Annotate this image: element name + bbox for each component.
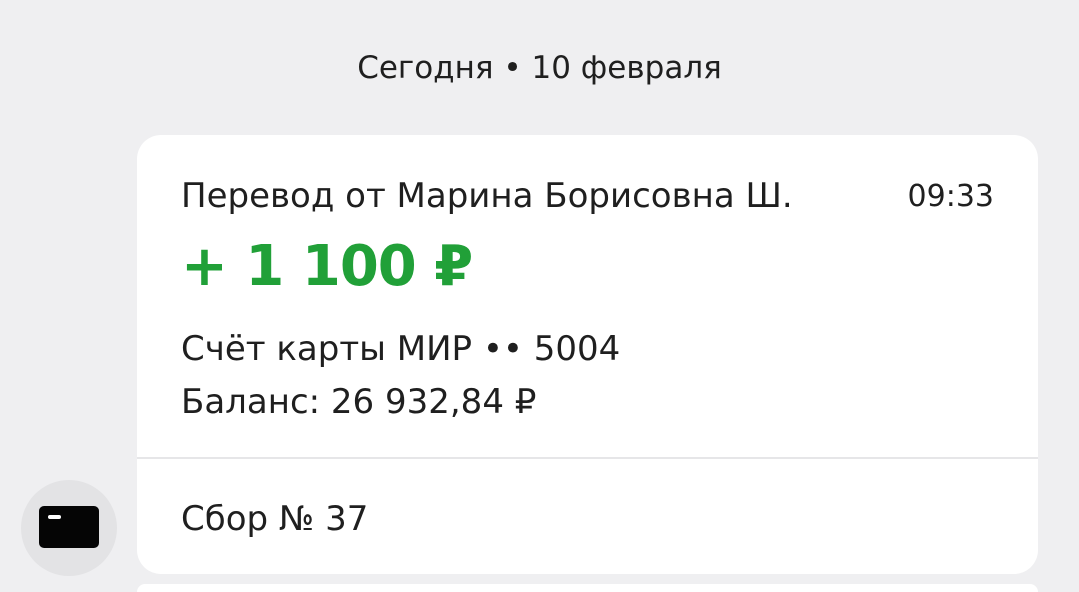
card-icon [39,506,99,548]
next-message-card-edge [137,584,1038,592]
message-header: Перевод от Марина Борисовна Ш. 09:33 [181,175,994,217]
account-balance: Баланс: 26 932,84 ₽ [181,382,537,422]
date-header: Сегодня • 10 февраля [357,50,722,86]
sender-avatar[interactable] [21,480,117,576]
message-divider [137,457,1038,459]
transfer-title: Перевод от Марина Борисовна Ш. [181,176,793,216]
transfer-amount: + 1 100 ₽ [181,234,473,299]
transfer-message-card[interactable]: Перевод от Марина Борисовна Ш. 09:33 + 1… [137,135,1038,574]
card-account: Счёт карты МИР •• 5004 [181,329,621,369]
collection-label: Сбор № 37 [181,499,369,539]
message-time: 09:33 [907,179,994,214]
